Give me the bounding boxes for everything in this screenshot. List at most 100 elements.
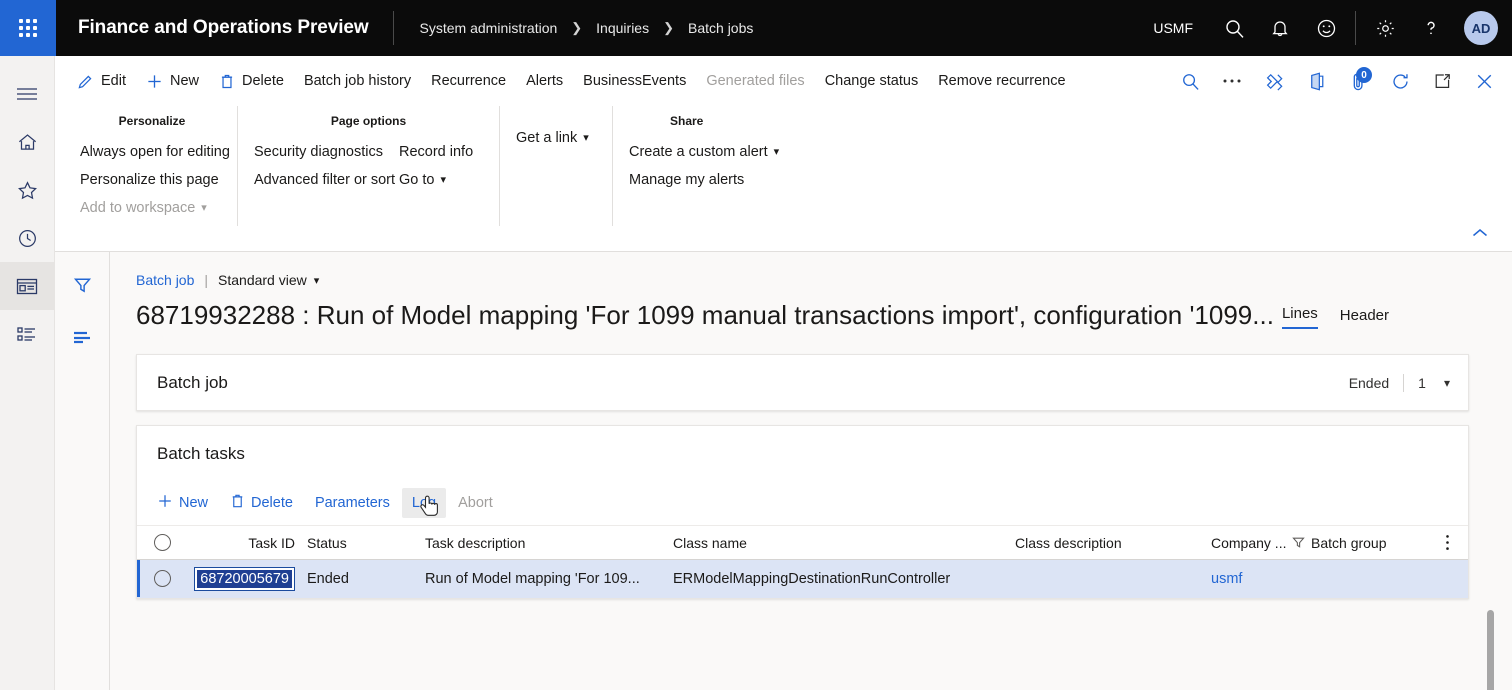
delete-button[interactable]: Delete — [209, 64, 294, 98]
manage-my-alerts-item[interactable]: Manage my alerts — [629, 168, 779, 192]
modules-list-icon[interactable] — [0, 310, 55, 358]
workspaces-icon[interactable] — [0, 262, 55, 310]
batch-tasks-fasttab-header[interactable]: Batch tasks — [137, 426, 1468, 481]
command-bar: Edit New Delete Batch job hi — [55, 56, 1512, 106]
item-label: Get a link — [516, 126, 577, 150]
task-id-input[interactable]: 68720005679 — [194, 567, 295, 591]
breadcrumb-item-page[interactable]: Batch jobs — [688, 20, 753, 36]
column-header-status[interactable]: Status — [299, 535, 421, 551]
tab-lines[interactable]: Lines — [1282, 305, 1318, 329]
column-header-task-id[interactable]: Task ID — [187, 535, 299, 551]
personalize-this-page-item[interactable]: Personalize this page — [80, 168, 230, 192]
overflow-ellipsis-icon[interactable] — [1212, 61, 1252, 101]
view-selector-row: Batch job | Standard view ▾ — [136, 272, 1512, 288]
recent-clock-icon[interactable] — [0, 214, 55, 262]
column-header-batch-group[interactable]: Batch group — [1307, 535, 1427, 551]
filter-lines-icon[interactable] — [62, 320, 102, 354]
tasks-log-button[interactable]: Log — [402, 488, 446, 518]
batch-job-title: Batch job — [157, 373, 228, 393]
grid-options-kebab-icon[interactable] — [1427, 534, 1467, 551]
tasks-new-label: New — [179, 495, 208, 511]
favorites-star-icon[interactable] — [0, 166, 55, 214]
alerts-button[interactable]: Alerts — [516, 64, 573, 98]
tab-header[interactable]: Header — [1340, 307, 1389, 329]
table-row[interactable]: 68720005679 Ended Run of Model mapping '… — [137, 560, 1468, 598]
collapse-action-pane-button[interactable] — [1464, 219, 1496, 247]
get-a-link-item[interactable]: Get a link ▾ — [516, 126, 589, 150]
batch-job-summary: Ended 1 ▾ — [1349, 374, 1450, 392]
attachments-diamond-icon[interactable] — [1254, 61, 1294, 101]
page-form-link[interactable]: Batch job — [136, 272, 194, 288]
search-icon[interactable] — [1211, 0, 1257, 56]
hamburger-menu-icon[interactable] — [0, 70, 55, 118]
open-in-new-window-icon[interactable] — [1422, 61, 1462, 101]
tasks-parameters-button[interactable]: Parameters — [305, 488, 400, 518]
filter-funnel-icon[interactable] — [62, 268, 102, 302]
company-selector[interactable]: USMF — [1135, 20, 1211, 36]
generated-files-button: Generated files — [696, 64, 814, 98]
row-select-radio[interactable] — [137, 570, 187, 587]
settings-gear-icon[interactable] — [1362, 0, 1408, 56]
group-title: Page options — [238, 114, 499, 128]
view-selector[interactable]: Standard view ▾ — [218, 272, 319, 288]
advanced-filter-or-sort-item[interactable]: Advanced filter or sort — [254, 168, 383, 192]
help-question-icon[interactable] — [1408, 0, 1454, 56]
action-group-get-a-link: Get a link ▾ — [499, 106, 612, 226]
go-to-item[interactable]: Go to ▾ — [399, 168, 473, 192]
column-header-company[interactable]: Company ... — [1207, 535, 1307, 551]
task-id-value: 68720005679 — [197, 570, 292, 588]
cell-task-description[interactable]: Run of Model mapping 'For 109... — [421, 571, 669, 587]
page-header: Batch job | Standard view ▾ 68719932288 … — [110, 252, 1512, 332]
cell-class-name[interactable]: ERModelMappingDestinationRunController — [669, 571, 1011, 587]
attachments-paperclip-icon[interactable]: 0 — [1338, 61, 1378, 101]
record-info-item[interactable]: Record info — [399, 140, 473, 164]
tasks-log-label: Log — [412, 495, 436, 511]
recurrence-button[interactable]: Recurrence — [421, 64, 516, 98]
edit-button[interactable]: Edit — [67, 64, 136, 98]
page-title: 68719932288 : Run of Model mapping 'For … — [136, 298, 1274, 332]
column-header-task-description[interactable]: Task description — [421, 535, 669, 551]
close-icon[interactable] — [1464, 61, 1504, 101]
pencil-icon — [77, 73, 94, 90]
notifications-bell-icon[interactable] — [1257, 0, 1303, 56]
chevron-down-icon[interactable]: ▾ — [1440, 376, 1450, 390]
batch-job-history-label: Batch job history — [304, 73, 411, 89]
plus-icon — [146, 73, 163, 90]
app-launcher-button[interactable] — [0, 0, 56, 56]
home-icon[interactable] — [0, 118, 55, 166]
waffle-grid-icon — [19, 19, 37, 37]
create-a-custom-alert-item[interactable]: Create a custom alert ▾ — [629, 140, 779, 164]
office-open-icon[interactable] — [1296, 61, 1336, 101]
new-button[interactable]: New — [136, 64, 209, 98]
alerts-label: Alerts — [526, 73, 563, 89]
business-events-button[interactable]: BusinessEvents — [573, 64, 696, 98]
search-icon[interactable] — [1170, 61, 1210, 101]
batch-job-fasttab-header[interactable]: Batch job Ended 1 ▾ — [137, 355, 1468, 410]
breadcrumb-item-module[interactable]: System administration — [420, 20, 558, 36]
column-header-class-description[interactable]: Class description — [1011, 535, 1207, 551]
grid-header-row: Task ID Status Task description Class na… — [137, 526, 1468, 560]
cell-company[interactable]: usmf — [1207, 571, 1307, 587]
batch-job-history-button[interactable]: Batch job history — [294, 64, 421, 98]
content-vertical-scrollbar[interactable] — [1487, 610, 1494, 690]
delete-label: Delete — [242, 73, 284, 89]
topbar-divider — [1355, 11, 1356, 45]
feedback-smiley-icon[interactable] — [1303, 0, 1349, 56]
edit-label: Edit — [101, 73, 126, 89]
company-link[interactable]: usmf — [1211, 571, 1242, 587]
security-diagnostics-item[interactable]: Security diagnostics — [254, 140, 383, 164]
tasks-delete-button[interactable]: Delete — [220, 488, 303, 518]
cell-task-id[interactable]: 68720005679 — [187, 567, 299, 591]
select-all-radio[interactable] — [137, 534, 187, 551]
change-status-button[interactable]: Change status — [815, 64, 929, 98]
avatar[interactable]: AD — [1464, 11, 1498, 45]
filter-funnel-icon[interactable] — [1292, 536, 1305, 549]
always-open-for-editing-item[interactable]: Always open for editing — [80, 140, 230, 164]
tasks-new-button[interactable]: New — [147, 488, 218, 518]
cell-status[interactable]: Ended — [299, 571, 421, 587]
remove-recurrence-button[interactable]: Remove recurrence — [928, 64, 1075, 98]
column-header-class-name[interactable]: Class name — [669, 535, 1011, 551]
refresh-icon[interactable] — [1380, 61, 1420, 101]
chevron-down-icon: ▾ — [774, 140, 780, 164]
breadcrumb-item-group[interactable]: Inquiries — [596, 20, 649, 36]
